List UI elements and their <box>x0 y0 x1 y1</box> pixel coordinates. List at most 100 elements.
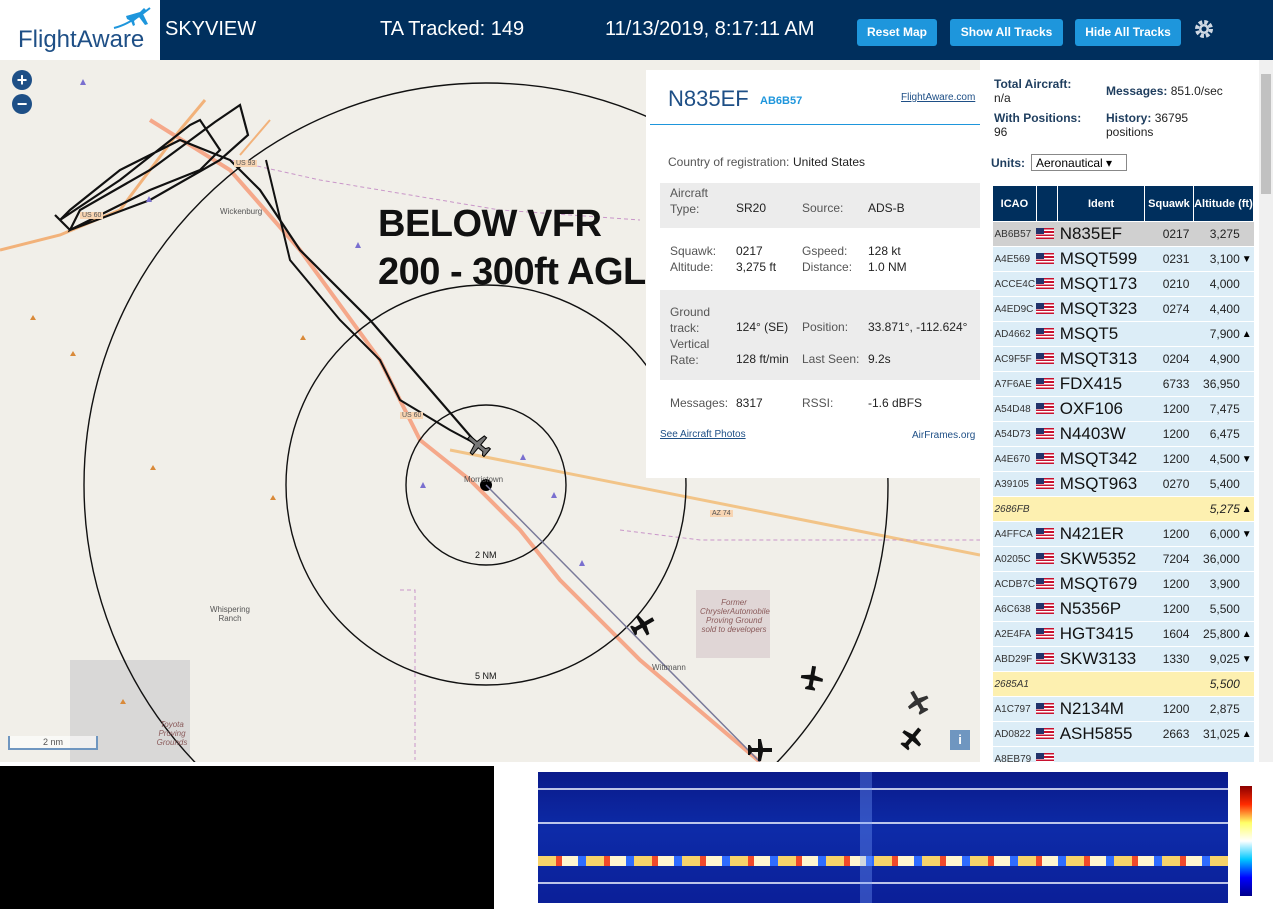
cell-altitude: 4,900 <box>1193 346 1242 372</box>
table-row[interactable]: A8EB79 <box>992 746 1254 762</box>
flightaware-link[interactable]: FlightAware.com <box>901 92 975 103</box>
aircraft-icon[interactable] <box>627 609 659 640</box>
table-row[interactable]: A2E4FA HGT3415 1604 25,800 ▲ <box>992 621 1254 647</box>
cell-squawk: 1200 <box>1144 446 1194 472</box>
table-row[interactable]: AD4662 MSQT5 7,900 ▲ <box>992 321 1254 347</box>
us-flag-icon <box>1036 728 1055 740</box>
cell-ident: MSQT173 <box>1057 271 1145 297</box>
show-all-tracks-button[interactable]: Show All Tracks <box>950 19 1063 46</box>
aircraft-photos-link[interactable]: See Aircraft Photos <box>660 429 746 440</box>
table-row[interactable]: A4E569 MSQT599 0231 3,100 ▼ <box>992 246 1254 272</box>
cell-ident: SKW3133 <box>1057 646 1145 672</box>
cell-icao: A7F6AE <box>992 371 1037 397</box>
vrate-label: Vertical Rate: <box>670 337 710 367</box>
col-altitude[interactable]: Altitude (ft) <box>1192 185 1255 222</box>
logo-text: FlightAware <box>18 26 145 53</box>
cell-flag <box>1036 721 1058 747</box>
table-row[interactable]: AD0822 ASH5855 2663 31,025 ▲ <box>992 721 1254 747</box>
zoom-in-button[interactable]: + <box>12 70 32 90</box>
squawk-value: 0217 <box>736 244 763 258</box>
col-squawk[interactable]: Squawk <box>1143 185 1194 222</box>
map-label-ranch: Whispering Ranch <box>209 605 250 623</box>
aircraft-icon[interactable] <box>799 664 825 691</box>
table-row[interactable]: A39105 MSQT963 0270 5,400 <box>992 471 1254 497</box>
table-row[interactable]: A4ED9C MSQT323 0274 4,400 <box>992 296 1254 322</box>
table-row[interactable]: A1C797 N2134M 1200 2,875 <box>992 696 1254 722</box>
table-row[interactable]: A4FFCA N421ER 1200 6,000 ▼ <box>992 521 1254 547</box>
track-value: 124° (SE) <box>736 320 789 334</box>
gear-icon[interactable] <box>1192 17 1216 41</box>
cell-flag <box>1036 546 1058 572</box>
table-row[interactable]: A6C638 N5356P 1200 5,500 <box>992 596 1254 622</box>
cell-squawk: 2663 <box>1144 721 1194 747</box>
scroll-thumb[interactable] <box>1261 74 1271 194</box>
table-row[interactable]: A7F6AE FDX415 6733 36,950 <box>992 371 1254 397</box>
cell-flag <box>1036 421 1058 447</box>
cell-flag <box>1036 296 1058 322</box>
aircraft-icon[interactable] <box>896 722 928 755</box>
stat-total-label: Total Aircraft: <box>994 77 1072 91</box>
cell-ident: N2134M <box>1057 696 1145 722</box>
table-row[interactable]: ABD29F SKW3133 1330 9,025 ▼ <box>992 646 1254 672</box>
us-flag-icon <box>1036 228 1055 240</box>
col-icao[interactable]: ICAO <box>992 185 1037 222</box>
cell-altitude: 7,900 <box>1193 321 1242 347</box>
table-row[interactable]: ACCE4C MSQT173 0210 4,000 <box>992 271 1254 297</box>
cell-flag <box>1036 696 1058 722</box>
rssi-value: -1.6 dBFS <box>868 396 923 410</box>
reset-map-button[interactable]: Reset Map <box>857 19 937 46</box>
us-flag-icon <box>1036 278 1055 290</box>
aircraft-icon[interactable] <box>902 686 933 718</box>
vertical-scrollbar[interactable] <box>1259 60 1273 762</box>
cell-trend <box>1241 346 1254 372</box>
cell-ident: N421ER <box>1057 521 1145 547</box>
hide-all-tracks-button[interactable]: Hide All Tracks <box>1075 19 1181 46</box>
cell-icao: A6C638 <box>992 596 1037 622</box>
table-row[interactable]: AC9F5F MSQT313 0204 4,900 <box>992 346 1254 372</box>
clock: 11/13/2019, 8:17:11 AM <box>605 18 815 40</box>
us-flag-icon <box>1036 578 1055 590</box>
us-flag-icon <box>1036 253 1055 265</box>
cell-ident <box>1057 746 1145 762</box>
cell-trend <box>1241 546 1254 572</box>
col-flag[interactable] <box>1035 185 1059 222</box>
cell-trend: ▼ <box>1241 521 1254 547</box>
cell-ident: SKW5352 <box>1057 546 1145 572</box>
cell-squawk: 1200 <box>1144 696 1194 722</box>
airframes-link[interactable]: AirFrames.org <box>912 430 975 441</box>
zoom-out-button[interactable]: − <box>12 94 32 114</box>
cell-altitude: 4,000 <box>1193 271 1242 297</box>
table-row[interactable]: A4E670 MSQT342 1200 4,500 ▼ <box>992 446 1254 472</box>
signal-canvas <box>0 766 494 909</box>
cell-flag <box>1036 471 1058 497</box>
cell-icao: AB6B57 <box>992 221 1037 247</box>
cell-squawk: 1200 <box>1144 521 1194 547</box>
cell-altitude: 4,400 <box>1193 296 1242 322</box>
table-row[interactable]: ACDB7C MSQT679 1200 3,900 <box>992 571 1254 597</box>
table-row[interactable]: A54D73 N4403W 1200 6,475 <box>992 421 1254 447</box>
cell-ident: N4403W <box>1057 421 1145 447</box>
units-select[interactable]: Aeronautical ▾ <box>1031 154 1127 171</box>
info-icon[interactable]: i <box>950 730 970 750</box>
table-row[interactable]: AB6B57 N835EF 0217 3,275 <box>992 221 1254 247</box>
cell-ident: N5356P <box>1057 596 1145 622</box>
flightaware-logo[interactable]: FlightAware <box>0 0 160 60</box>
messages-label: Messages: <box>670 396 729 410</box>
vrate-value: 128 ft/min <box>736 352 789 366</box>
aircraft-icon[interactable] <box>748 739 772 761</box>
cell-icao: A4E569 <box>992 246 1037 272</box>
aircraft-list-panel: Total Aircraft: n/a Messages: 851.0/sec … <box>980 60 1273 762</box>
app-title: SKYVIEW <box>165 18 257 40</box>
cell-ident <box>1057 496 1145 522</box>
table-row[interactable]: A0205C SKW5352 7204 36,000 <box>992 546 1254 572</box>
cell-altitude: 3,100 <box>1193 246 1242 272</box>
cell-trend <box>1241 396 1254 422</box>
us-flag-icon <box>1036 378 1055 390</box>
table-row[interactable]: 2685A1 5,500 <box>992 671 1254 697</box>
table-row[interactable]: 2686FB 5,275 ▲ <box>992 496 1254 522</box>
cell-icao: A54D48 <box>992 396 1037 422</box>
col-ident[interactable]: Ident <box>1057 185 1145 222</box>
source-value: ADS-B <box>868 201 905 215</box>
us-flag-icon <box>1036 478 1055 490</box>
table-row[interactable]: A54D48 OXF106 1200 7,475 <box>992 396 1254 422</box>
